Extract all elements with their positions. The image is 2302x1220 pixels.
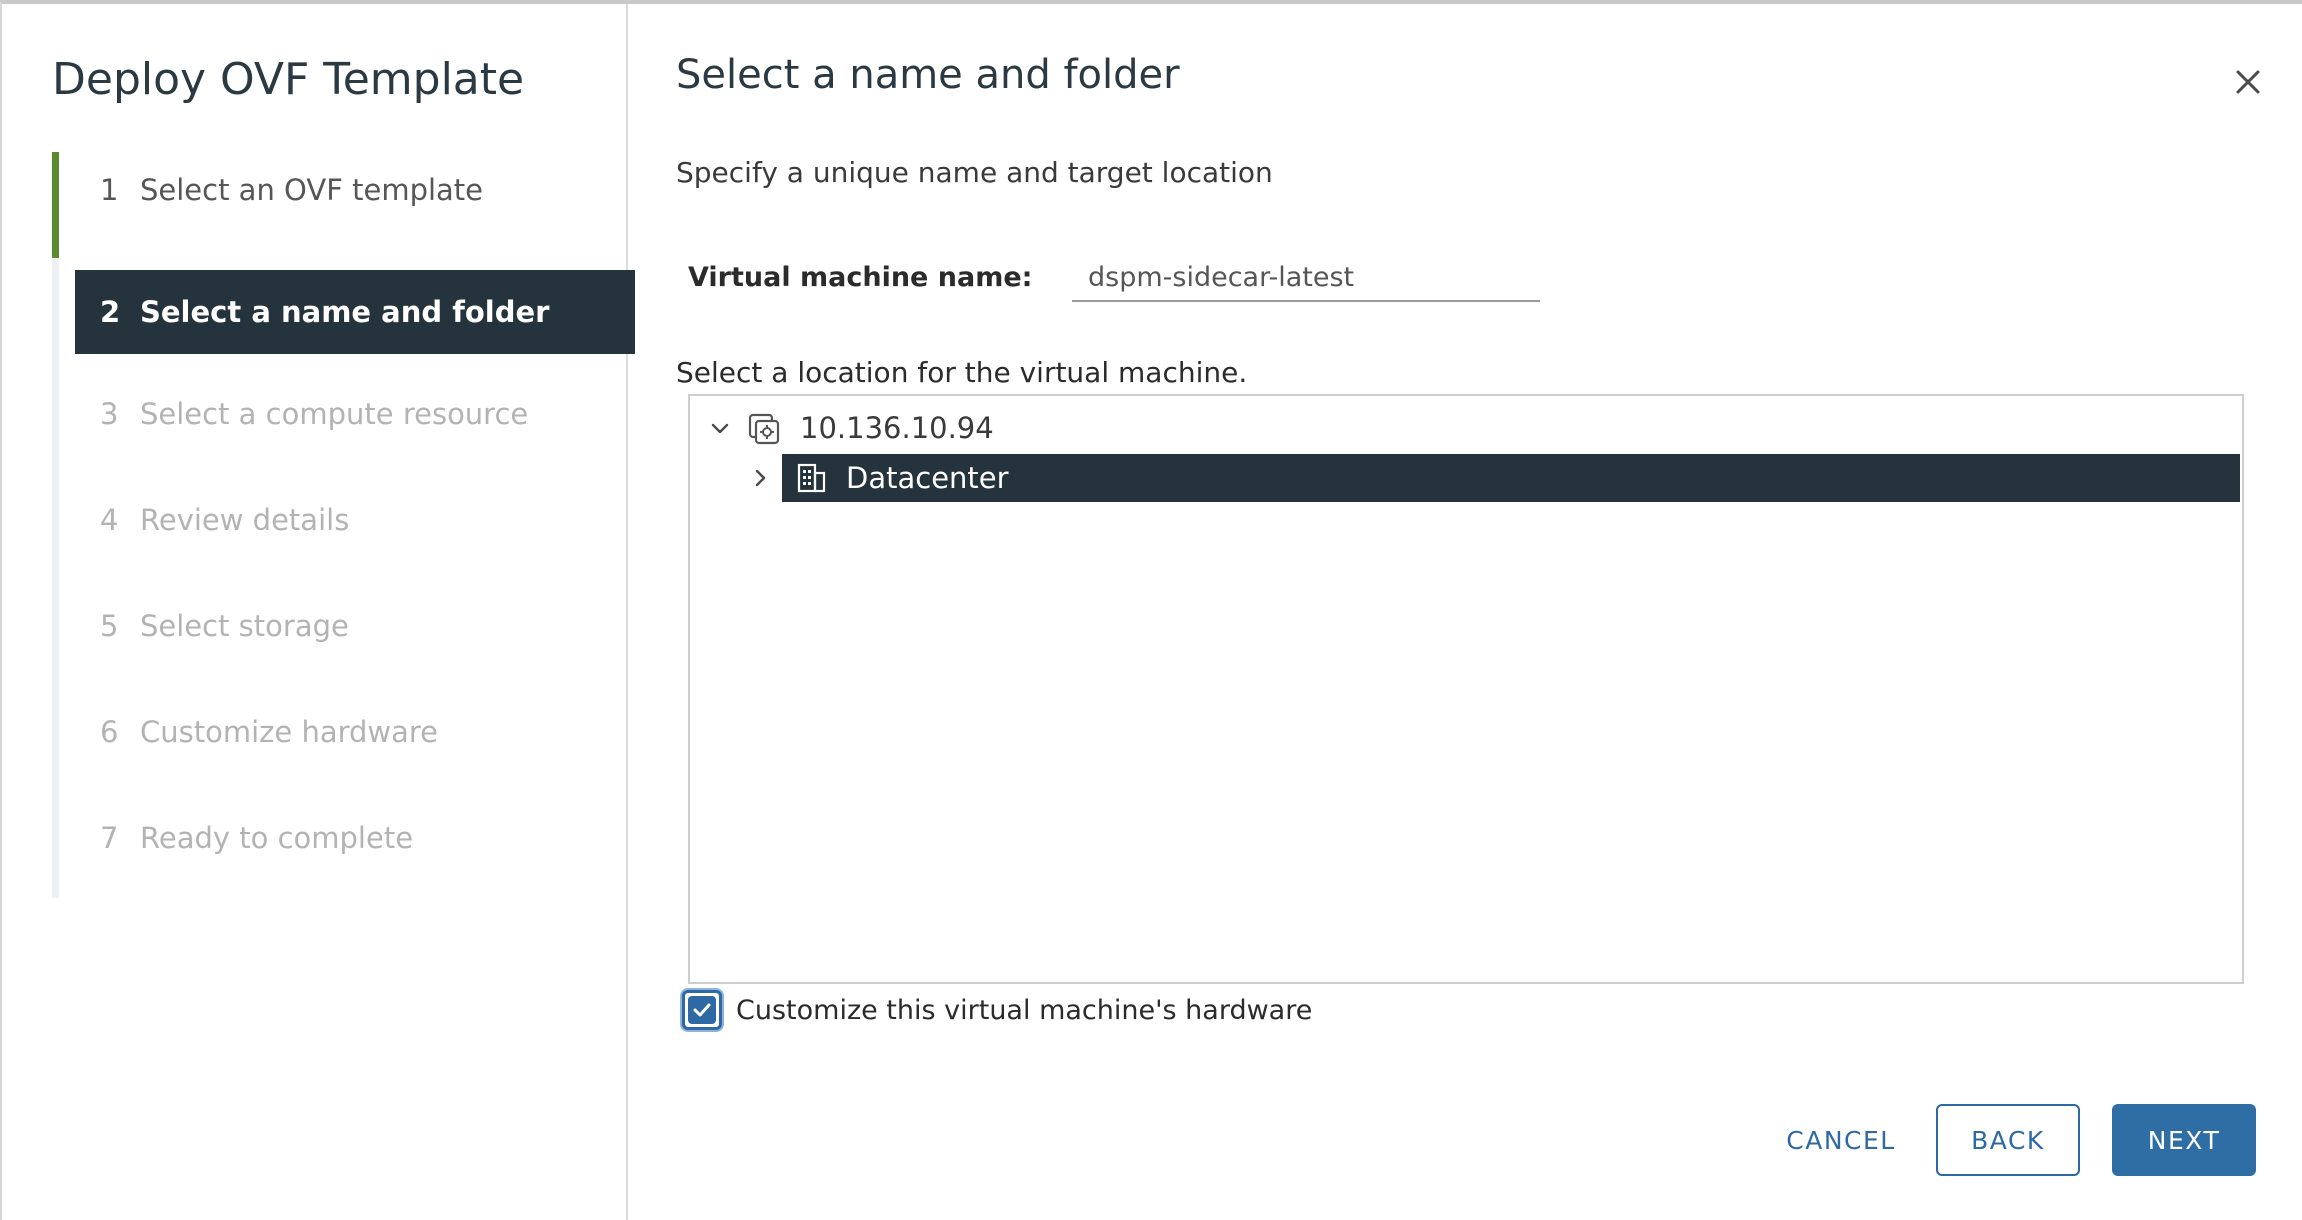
deploy-ovf-dialog: Deploy OVF Template 1 Select an OVF temp… [0, 0, 2302, 1220]
customize-hardware-label: Customize this virtual machine's hardwar… [736, 994, 1313, 1026]
customize-hardware-checkbox[interactable] [682, 990, 722, 1030]
wizard-step-5: 5 Select storage [75, 584, 635, 668]
step-label: Select a compute resource [140, 397, 529, 431]
tree-node-vcenter[interactable]: 10.136.10.94 [704, 404, 994, 452]
tree-node-selected[interactable]: Datacenter [782, 454, 2240, 502]
chevron-down-icon[interactable] [704, 412, 736, 444]
step-number: 3 [100, 397, 119, 431]
customize-hardware-row[interactable]: Customize this virtual machine's hardwar… [682, 990, 1312, 1030]
wizard-step-1[interactable]: 1 Select an OVF template [75, 148, 635, 232]
page-title: Select a name and folder [676, 52, 1180, 98]
vm-name-input[interactable] [1072, 254, 1540, 302]
tree-node-datacenter[interactable]: Datacenter [744, 454, 2240, 502]
wizard-step-6: 6 Customize hardware [75, 690, 635, 774]
step-label: Select an OVF template [140, 173, 484, 207]
step-label: Select a name and folder [140, 295, 550, 329]
back-button[interactable]: BACK [1936, 1104, 2080, 1176]
location-tree: 10.136.10.94 Datacenter [688, 394, 2244, 984]
wizard-content: Select a name and folder Specify a uniqu… [628, 4, 2302, 1220]
step-number: 1 [100, 173, 119, 207]
step-label: Review details [140, 503, 350, 537]
vm-name-label: Virtual machine name: [688, 262, 1033, 293]
tree-node-label: 10.136.10.94 [800, 411, 994, 445]
next-button[interactable]: NEXT [2112, 1104, 2256, 1176]
location-label: Select a location for the virtual machin… [676, 356, 1248, 389]
page-subtitle: Specify a unique name and target locatio… [676, 156, 1273, 189]
wizard-step-2[interactable]: 2 Select a name and folder [75, 270, 635, 354]
wizard-sidebar: Deploy OVF Template 1 Select an OVF temp… [2, 4, 635, 1220]
datacenter-icon [792, 459, 830, 497]
wizard-step-4: 4 Review details [75, 478, 635, 562]
chevron-right-icon[interactable] [744, 462, 776, 494]
step-label: Customize hardware [140, 715, 439, 749]
wizard-step-7: 7 Ready to complete [75, 796, 635, 880]
wizard-steps: 1 Select an OVF template 2 Select a name… [52, 152, 635, 898]
step-number: 7 [100, 821, 119, 855]
wizard-title: Deploy OVF Template [52, 54, 525, 105]
close-button[interactable] [2228, 62, 2268, 102]
step-number: 2 [100, 295, 121, 329]
cancel-button[interactable]: CANCEL [1768, 1104, 1914, 1176]
tree-node-label: Datacenter [846, 461, 1009, 495]
step-progress-bar [52, 152, 59, 258]
step-label: Select storage [140, 609, 349, 643]
vcenter-icon [746, 409, 784, 447]
step-number: 6 [100, 715, 119, 749]
step-number: 5 [100, 609, 119, 643]
close-icon [2236, 70, 2260, 94]
step-label: Ready to complete [140, 821, 414, 855]
wizard-step-3: 3 Select a compute resource [75, 372, 635, 456]
checkmark-icon [688, 996, 716, 1024]
step-number: 4 [100, 503, 119, 537]
